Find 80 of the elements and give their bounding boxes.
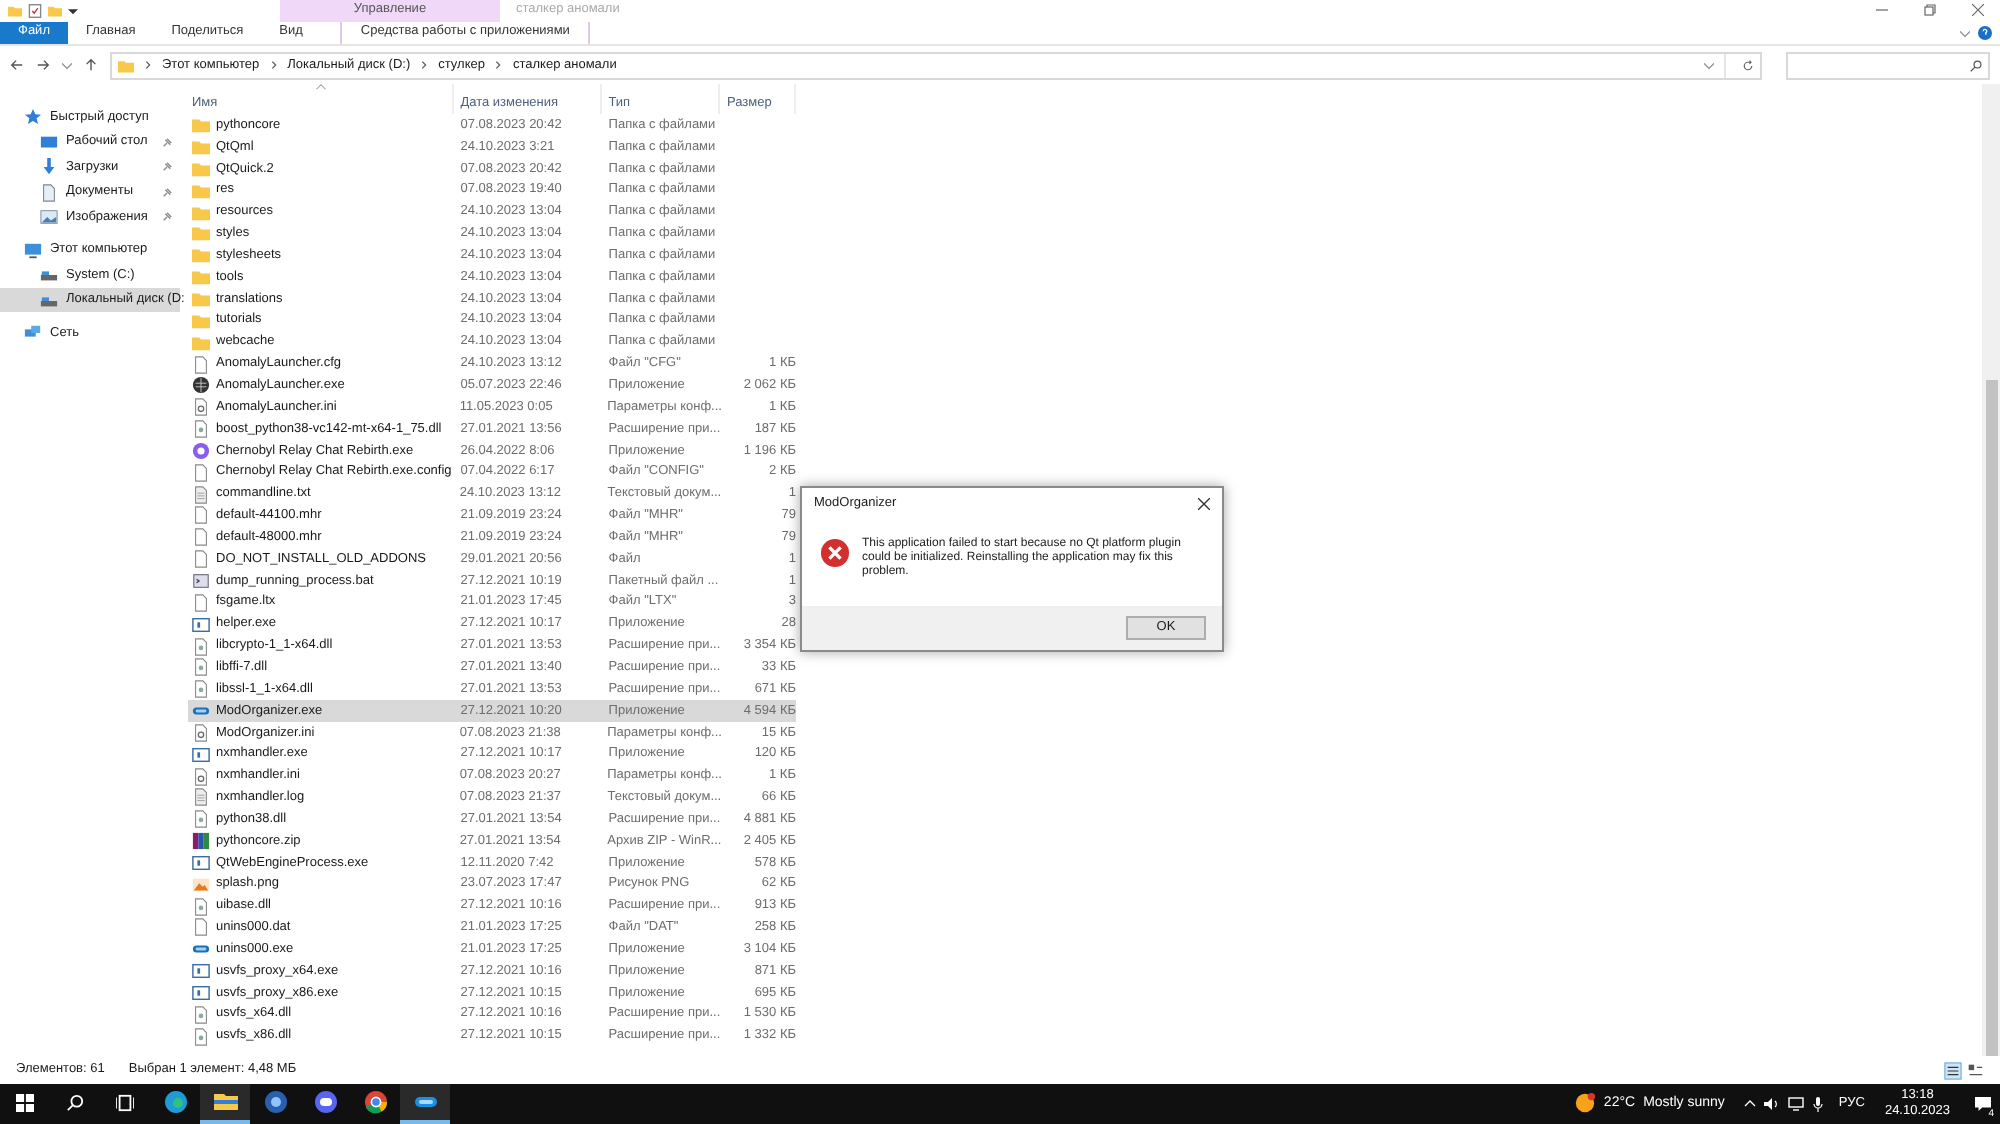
file-icon <box>192 355 210 374</box>
folder-icon <box>118 57 134 74</box>
up-arrow-icon[interactable] <box>84 58 98 73</box>
library-file-icon <box>192 1027 210 1046</box>
details-view-icon[interactable] <box>1944 1061 1962 1080</box>
app-window-icon <box>192 745 210 764</box>
close-icon[interactable] <box>1972 4 1984 17</box>
browser-swirl-icon <box>163 1089 187 1114</box>
taskbar-app[interactable] <box>200 1083 250 1124</box>
batch-file-icon <box>192 571 210 590</box>
microphone-icon[interactable] <box>1812 1095 1825 1112</box>
task-view-icon <box>116 1094 134 1113</box>
picture-icon <box>40 208 58 227</box>
drive-icon <box>40 291 58 310</box>
app-window-icon <box>192 962 210 981</box>
globe-icon <box>192 376 210 395</box>
desktop-icon <box>40 133 58 152</box>
chevron-up-icon[interactable] <box>1744 1097 1757 1110</box>
chevron-right-icon <box>269 60 278 71</box>
folder-icon <box>8 3 22 18</box>
scrollbar[interactable] <box>1982 84 2000 1057</box>
sort-caret-icon <box>316 84 326 91</box>
chevron-down-icon[interactable] <box>1704 60 1714 71</box>
folder-icon <box>213 1089 237 1114</box>
settings-file-icon <box>192 767 210 786</box>
error-icon <box>820 538 850 568</box>
download-arrow-icon <box>40 158 58 177</box>
app-capsule-icon <box>192 940 210 959</box>
archive-icon <box>192 832 210 851</box>
app-window-icon <box>192 853 210 872</box>
taskbar-app[interactable] <box>400 1083 450 1124</box>
search-icon <box>66 1094 84 1113</box>
library-file-icon <box>192 420 210 439</box>
dropdown-caret-icon[interactable] <box>68 5 78 16</box>
library-file-icon <box>192 897 210 916</box>
speaker-icon[interactable] <box>1764 1095 1781 1112</box>
network-monitor-icon[interactable] <box>1788 1095 1805 1112</box>
drive-icon <box>40 266 58 285</box>
restore-icon[interactable] <box>1924 4 1936 17</box>
library-file-icon <box>192 658 210 677</box>
search-icon <box>1970 59 1982 72</box>
library-file-icon <box>192 637 210 656</box>
weather-sun-icon[interactable] <box>1573 1092 1596 1115</box>
file-icon <box>192 593 210 612</box>
close-icon[interactable] <box>1198 498 1210 510</box>
forward-arrow-icon[interactable] <box>36 58 50 73</box>
text-file-icon <box>192 788 210 807</box>
properties-icon[interactable] <box>28 3 42 18</box>
image-file-icon <box>192 875 210 894</box>
chat-bubble-icon <box>313 1089 337 1114</box>
chat-app-icon <box>192 441 210 460</box>
chevron-right-icon <box>420 60 429 71</box>
network-icon <box>24 324 42 343</box>
library-file-icon <box>192 810 210 829</box>
browser-ball-icon <box>363 1089 387 1114</box>
text-file-icon <box>192 485 210 504</box>
search-field[interactable] <box>1786 51 1990 80</box>
computer-icon <box>24 241 42 260</box>
windows-logo-icon <box>16 1094 34 1113</box>
chevron-right-icon <box>144 60 152 71</box>
chevron-down-icon[interactable] <box>1960 27 1970 38</box>
help-icon[interactable] <box>1978 25 1992 40</box>
back-arrow-icon[interactable] <box>10 58 24 73</box>
file-icon <box>192 463 210 482</box>
refresh-icon[interactable] <box>1742 59 1754 72</box>
app-window-icon <box>192 615 210 634</box>
app-window-icon <box>192 984 210 1003</box>
notification-icon <box>1973 1095 1991 1112</box>
document-icon <box>40 183 58 202</box>
app-capsule-icon <box>192 702 210 721</box>
orb-icon <box>263 1089 287 1114</box>
library-file-icon <box>192 1005 210 1024</box>
chevron-down-icon[interactable] <box>62 60 72 71</box>
file-icon <box>192 918 210 937</box>
chevron-right-icon <box>494 60 503 71</box>
tiles-view-icon[interactable] <box>1966 1061 1984 1080</box>
settings-file-icon <box>192 723 210 742</box>
settings-file-icon <box>192 398 210 417</box>
star-icon <box>24 108 42 127</box>
library-file-icon <box>192 680 210 699</box>
